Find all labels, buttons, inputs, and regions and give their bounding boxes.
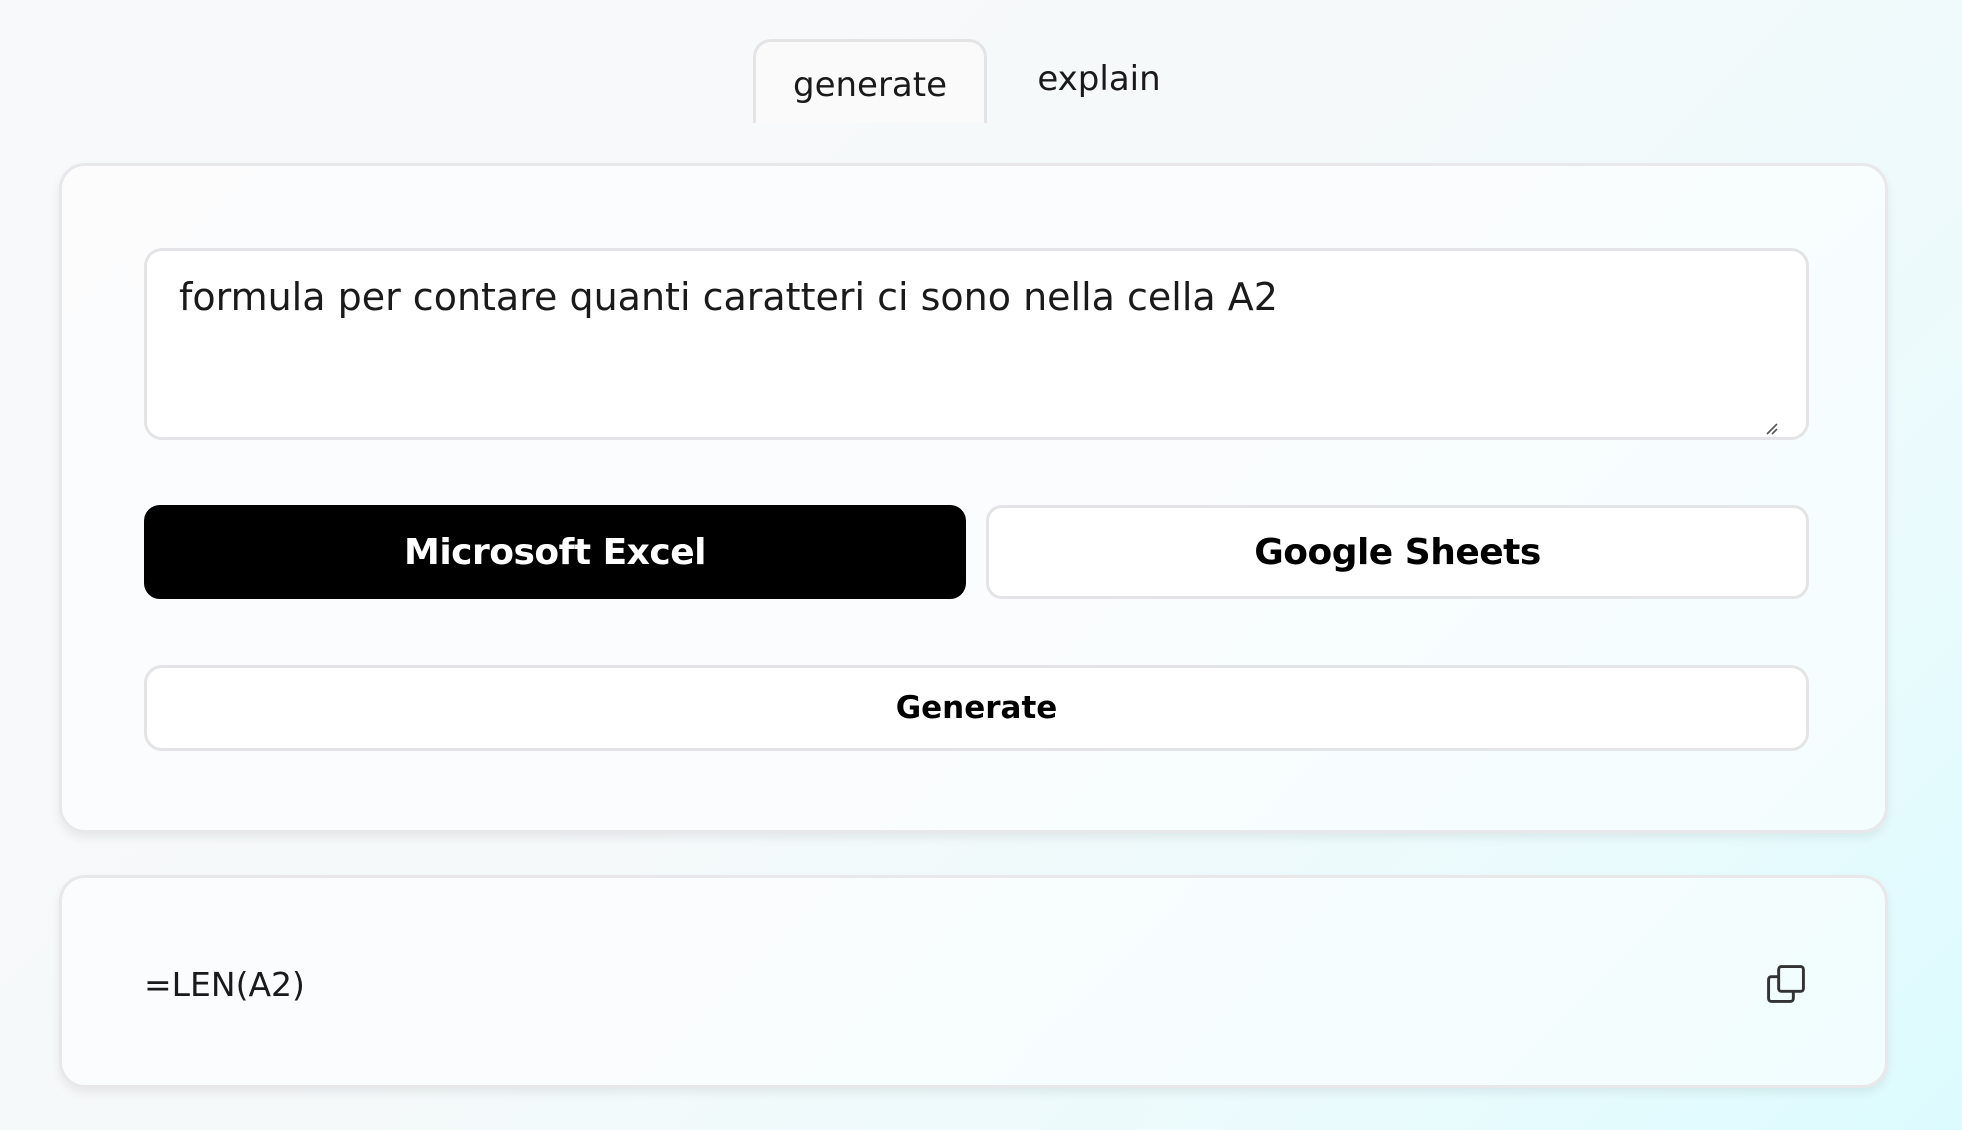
- google-sheets-button[interactable]: Google Sheets: [986, 505, 1809, 599]
- resize-handle-icon[interactable]: [1764, 421, 1778, 435]
- formula-result: =LEN(A2): [144, 964, 305, 1004]
- result-card: =LEN(A2): [59, 875, 1888, 1088]
- copy-button[interactable]: [1762, 960, 1810, 1008]
- prompt-input[interactable]: formula per contare quanti caratteri ci …: [144, 248, 1809, 440]
- tab-bar: generate explain: [0, 39, 1962, 123]
- tab-generate[interactable]: generate: [753, 39, 987, 123]
- tab-explain[interactable]: explain: [1010, 39, 1188, 123]
- generate-button[interactable]: Generate: [144, 665, 1809, 751]
- input-card: formula per contare quanti caratteri ci …: [59, 163, 1888, 833]
- copy-icon: [1767, 965, 1805, 1003]
- microsoft-excel-button[interactable]: Microsoft Excel: [144, 505, 966, 599]
